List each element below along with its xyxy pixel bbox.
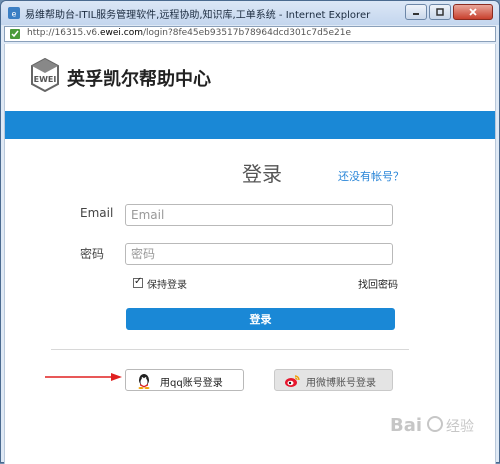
remember-checkbox[interactable] bbox=[133, 276, 143, 288]
title-bar: e 易维帮助台-ITIL服务管理软件,远程协助,知识库,工单系统 - Inter… bbox=[1, 1, 499, 25]
restore-button[interactable] bbox=[429, 4, 451, 20]
qq-penguin-icon bbox=[138, 374, 150, 389]
close-icon bbox=[469, 8, 477, 16]
address-bar[interactable]: http://16315.v6.ewei.com/login?8fe45eb93… bbox=[4, 26, 496, 42]
header-band bbox=[5, 111, 495, 139]
svg-text:经验: 经验 bbox=[446, 419, 474, 435]
qq-login-button[interactable]: 用qq账号登录 bbox=[125, 369, 244, 391]
page-content: EWEI 英孚凯尔帮助中心 登录 还没有帐号？ Email 密码 保持登录 找回… bbox=[4, 44, 496, 464]
svg-text:e: e bbox=[12, 10, 17, 19]
restore-icon bbox=[436, 8, 444, 16]
forgot-password-link[interactable]: 找回密码 bbox=[358, 276, 398, 291]
page-icon bbox=[10, 29, 20, 39]
password-field[interactable] bbox=[125, 243, 393, 265]
ie-favicon-icon: e bbox=[8, 7, 20, 19]
annotation-arrow-icon bbox=[45, 373, 122, 381]
email-label: Email bbox=[80, 206, 114, 220]
browser-window: e 易维帮助台-ITIL服务管理软件,远程协助,知识库,工单系统 - Inter… bbox=[0, 0, 500, 464]
signup-link[interactable]: 还没有帐号？ bbox=[338, 168, 404, 184]
address-url[interactable]: http://16315.v6.ewei.com/login?8fe45eb93… bbox=[27, 28, 351, 38]
divider bbox=[51, 349, 409, 350]
minimize-icon bbox=[413, 13, 419, 15]
weibo-icon bbox=[285, 375, 300, 387]
svg-text:EWEI: EWEI bbox=[34, 75, 57, 84]
remember-label: 保持登录 bbox=[147, 280, 187, 291]
minimize-button[interactable] bbox=[405, 4, 427, 20]
weibo-login-label: 用微博账号登录 bbox=[306, 378, 376, 389]
baidu-watermark-icon: Bai 经验 bbox=[390, 415, 474, 436]
ewei-logo: EWEI bbox=[31, 58, 59, 92]
email-field[interactable] bbox=[125, 204, 393, 226]
weibo-login-button[interactable]: 用微博账号登录 bbox=[274, 369, 393, 391]
qq-login-label: 用qq账号登录 bbox=[160, 378, 223, 389]
window-title: 易维帮助台-ITIL服务管理软件,远程协助,知识库,工单系统 - Interne… bbox=[25, 10, 371, 21]
close-button[interactable] bbox=[453, 4, 493, 20]
brand-name: 英孚凯尔帮助中心 bbox=[67, 69, 211, 90]
window-controls bbox=[405, 4, 493, 20]
svg-text:Bai: Bai bbox=[390, 415, 422, 436]
login-button[interactable]: 登录 bbox=[126, 308, 395, 330]
password-label: 密码 bbox=[80, 247, 105, 261]
login-title: 登录 bbox=[242, 162, 282, 186]
